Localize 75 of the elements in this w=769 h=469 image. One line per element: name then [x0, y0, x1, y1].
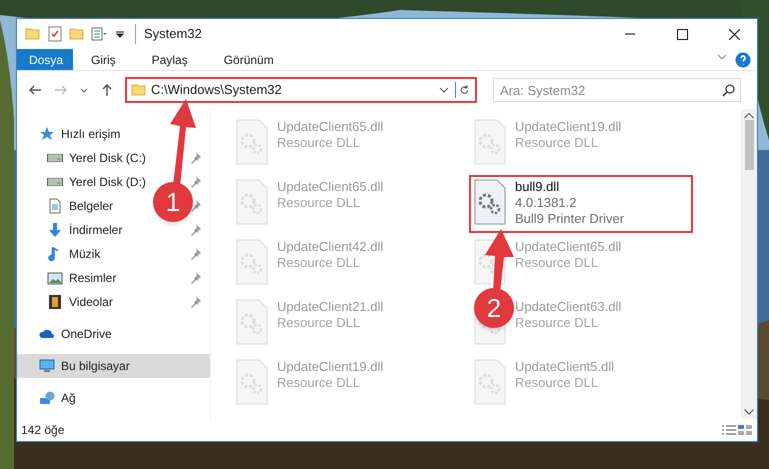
- gear-file-icon: [235, 119, 269, 165]
- network-icon: [39, 390, 55, 406]
- file-name: UpdateClient19.dll: [515, 119, 622, 135]
- file-detail: Resource DLL: [277, 375, 362, 391]
- video-icon: [47, 294, 63, 310]
- properties-icon[interactable]: [91, 26, 109, 42]
- star-icon: [39, 126, 55, 142]
- details-view-icon[interactable]: [721, 424, 737, 436]
- file-detail: Resource DLL: [515, 315, 600, 331]
- download-icon: [47, 222, 63, 238]
- file-name: UpdateClient63.dll: [515, 299, 622, 315]
- scroll-down-icon[interactable]: [744, 409, 754, 415]
- file-detail: Resource DLL: [277, 315, 362, 331]
- scrollbar[interactable]: [741, 109, 757, 419]
- maximize-icon: [676, 28, 688, 40]
- file-detail: Resource DLL: [277, 195, 362, 211]
- sidebar-item[interactable]: OneDrive: [61, 325, 112, 343]
- ribbon-tab[interactable]: Paylaş: [134, 49, 206, 70]
- sidebar-item[interactable]: Ağ: [61, 389, 76, 407]
- sidebar-item[interactable]: Videolar: [69, 293, 113, 311]
- dropdown-icon[interactable]: [115, 29, 125, 39]
- search-field[interactable]: Ara: System32: [493, 78, 741, 102]
- minimize-icon: [625, 33, 635, 35]
- drive-icon: [47, 178, 63, 186]
- ribbon-tab[interactable]: Dosya: [17, 49, 73, 70]
- file-detail: Bull9 Printer Driver: [515, 211, 624, 227]
- file-name: UpdateClient19.dll: [277, 359, 384, 375]
- gear-file-icon: [235, 359, 269, 405]
- file-name: UpdateClient65.dll: [515, 239, 622, 255]
- gear-file-icon: [473, 119, 507, 165]
- file-detail: 4.0.1381.2: [515, 195, 578, 211]
- sidebar-item[interactable]: İndirmeler: [69, 221, 122, 239]
- sidebar-item[interactable]: Bu bilgisayar: [17, 354, 210, 378]
- file-detail: Resource DLL: [515, 255, 600, 271]
- sidebar-item[interactable]: Yerel Disk (D:): [69, 173, 146, 191]
- address-bar[interactable]: C:\Windows\System32: [125, 77, 477, 103]
- checklist-icon[interactable]: [47, 26, 63, 42]
- file-name: UpdateClient65.dll: [277, 179, 384, 195]
- sidebar-item[interactable]: Belgeler: [69, 197, 114, 215]
- drive-icon: [47, 154, 63, 162]
- gear-file-icon: [235, 239, 269, 285]
- sidebar-item[interactable]: Müzik: [69, 245, 100, 263]
- file-detail: Resource DLL: [515, 135, 600, 151]
- sidebar-item[interactable]: Resimler: [69, 269, 116, 287]
- gear-file-icon: [235, 299, 269, 345]
- item-count: 142 öğe: [21, 422, 64, 439]
- search-icon: [721, 83, 735, 97]
- file-item[interactable]: bull9.dll 4.0.1381.2 Bull9 Printer Driver: [469, 175, 693, 233]
- folder-icon: [131, 82, 147, 98]
- document-icon: [47, 198, 63, 214]
- computer-icon: [39, 358, 55, 374]
- file-name: UpdateClient65.dll: [277, 119, 384, 135]
- file-name: UpdateClient42.dll: [277, 239, 384, 255]
- gear-file-icon: [473, 179, 507, 225]
- sidebar-item[interactable]: Yerel Disk (C:): [69, 149, 146, 167]
- gear-file-icon: [235, 179, 269, 225]
- pictures-icon: [47, 270, 63, 286]
- refresh-icon[interactable]: [455, 82, 471, 98]
- file-name: UpdateClient5.dll: [515, 359, 614, 375]
- ribbon-tab[interactable]: Giriş: [73, 49, 134, 70]
- scroll-thumb[interactable]: [744, 120, 754, 170]
- ribbon-tab[interactable]: Görünüm: [206, 49, 292, 70]
- window-title: System32: [135, 24, 202, 44]
- close-icon: [728, 28, 740, 40]
- file-name: bull9.dll: [515, 179, 560, 195]
- file-detail: Resource DLL: [515, 375, 600, 391]
- file-detail: Resource DLL: [277, 255, 362, 271]
- file-detail: Resource DLL: [277, 135, 362, 151]
- chevron-down-icon[interactable]: [79, 86, 89, 94]
- file-name: UpdateClient21.dll: [277, 299, 384, 315]
- help-icon[interactable]: [735, 52, 751, 68]
- scroll-up-icon[interactable]: [744, 113, 754, 119]
- large-icons-view-icon[interactable]: [737, 424, 753, 436]
- sidebar-item[interactable]: Hızlı erişim: [61, 125, 120, 143]
- gear-file-icon: [473, 359, 507, 405]
